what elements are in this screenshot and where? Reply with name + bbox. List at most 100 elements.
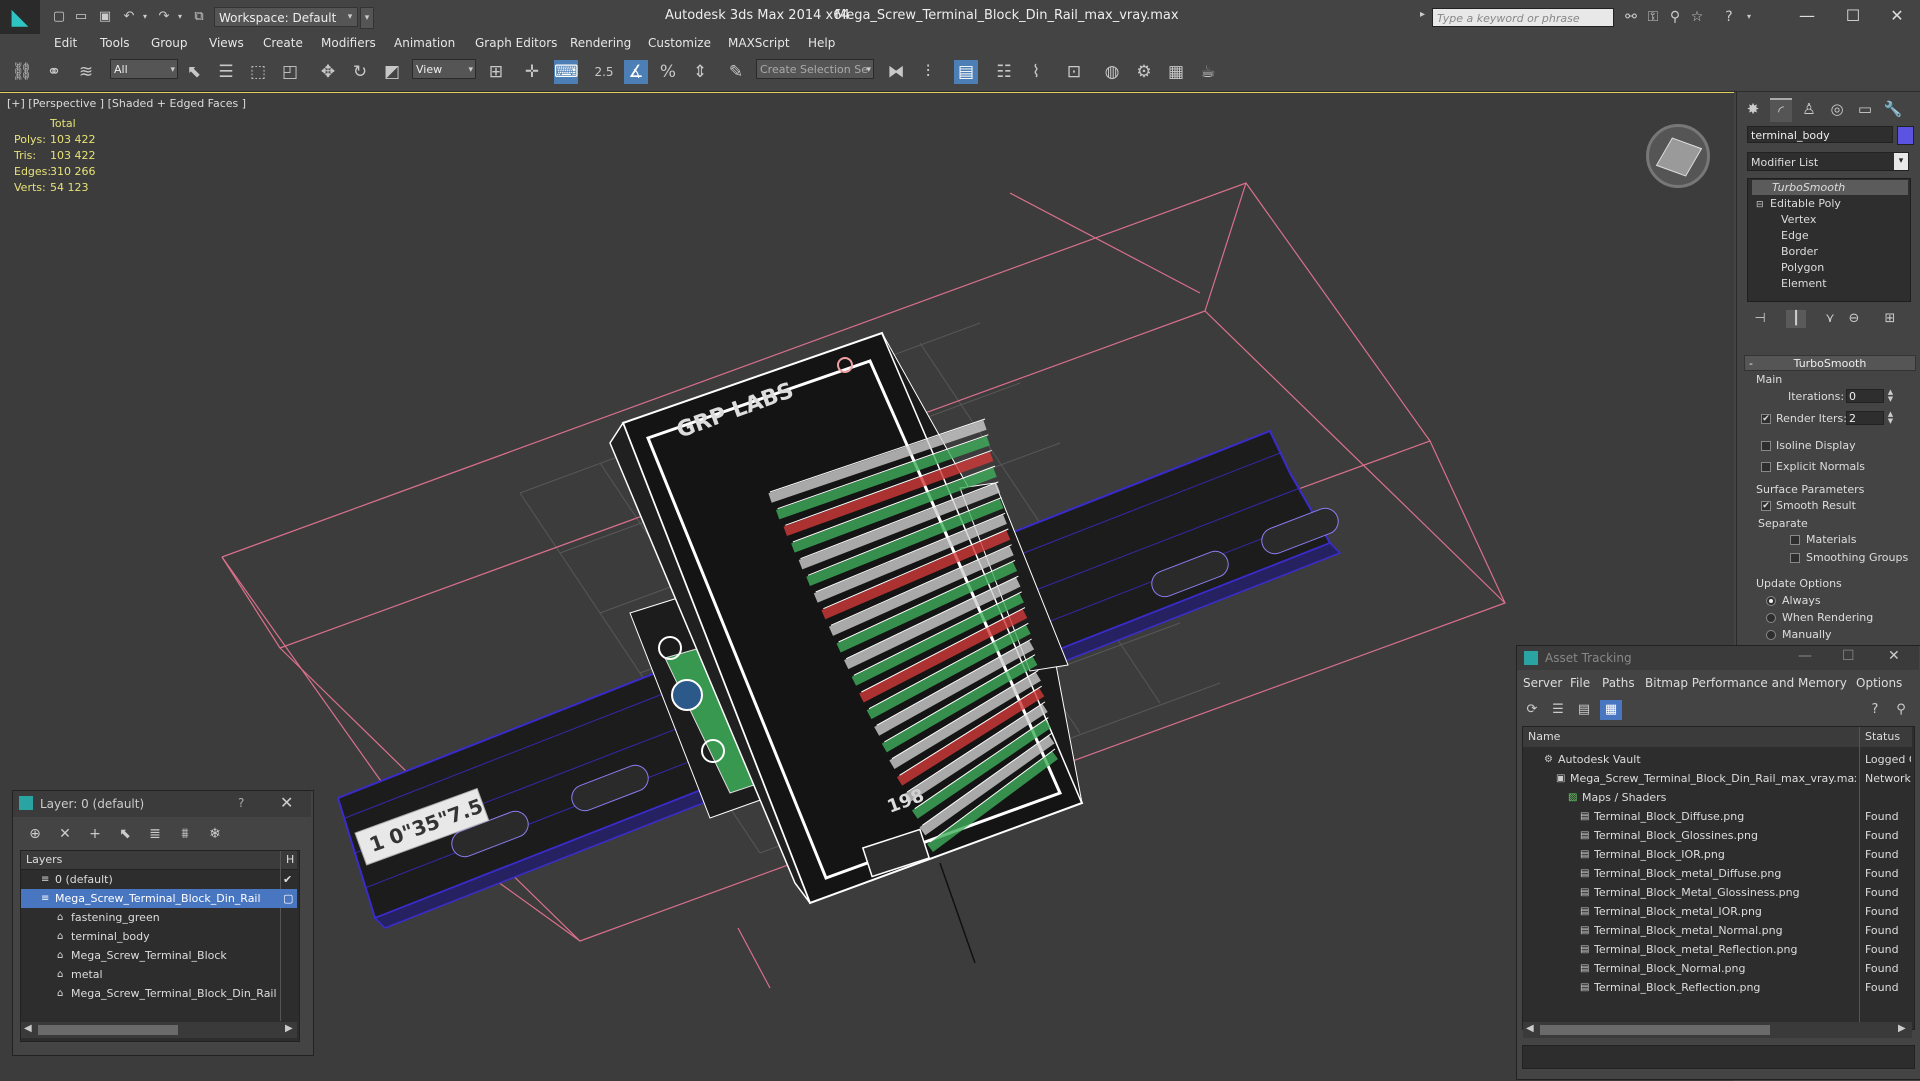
quick-access-dropdown-icon[interactable]: ▾ (360, 7, 374, 29)
asset-row-name[interactable]: Terminal_Block_Metal_Glossiness.png (1594, 883, 1856, 902)
search-expand-icon[interactable]: ▸ (1420, 9, 1425, 20)
table-view-icon[interactable]: ▦ (1600, 700, 1622, 720)
workspace-chevron-down-icon[interactable]: ▾ (343, 7, 357, 27)
status-column-header[interactable]: Status (1865, 730, 1900, 743)
maximize-icon[interactable]: ☐ (1830, 0, 1876, 32)
save-file-icon[interactable]: ▣ (96, 9, 114, 25)
scroll-right-icon[interactable]: ▶ (1898, 1023, 1906, 1034)
edit-named-selection-icon[interactable]: ✎ (724, 60, 748, 84)
stack-item-edge[interactable]: Edge (1781, 228, 1809, 243)
layer-row[interactable]: ⌂ Mega_Screw_Terminal_Block_Din_Rail (21, 984, 297, 1003)
undo-dropdown-icon[interactable]: ▾ (136, 9, 154, 25)
layer-close-icon[interactable]: ✕ (280, 793, 293, 812)
menu-maxscript[interactable]: MAXScript (728, 34, 790, 53)
asset-row-name[interactable]: Terminal_Block_Reflection.png (1594, 978, 1856, 997)
curve-editor-icon[interactable]: ⌇ (1024, 60, 1048, 84)
asset-menu-options[interactable]: Options (1856, 676, 1902, 690)
layers-column-header[interactable]: Layers (26, 853, 62, 866)
modifier-list-dropdown[interactable]: Modifier List (1747, 152, 1909, 171)
scroll-left-icon[interactable]: ◀ (1526, 1023, 1534, 1034)
asset-menu-file[interactable]: File (1570, 676, 1590, 690)
mirror-icon[interactable]: ⧓ (884, 60, 908, 84)
viewport-label[interactable]: [+] [Perspective ] [Shaded + Edged Faces… (7, 97, 246, 110)
asset-close-icon[interactable]: ✕ (1888, 648, 1900, 664)
named-selection-dropdown[interactable]: Create Selection Se ▾ (756, 59, 874, 79)
hold-icon[interactable]: ⧉ (190, 9, 208, 25)
menu-help[interactable]: Help (808, 34, 835, 53)
viewcube-face[interactable] (1655, 137, 1703, 177)
object-name-field[interactable]: terminal_body (1747, 126, 1893, 143)
percent-snap-icon[interactable]: % (656, 60, 680, 84)
asset-row-name[interactable]: Terminal_Block_metal_IOR.png (1594, 902, 1856, 921)
help-dropdown-icon[interactable]: ▾ (1740, 9, 1758, 25)
menu-edit[interactable]: Edit (54, 34, 77, 53)
new-file-icon[interactable]: ▢ (50, 9, 68, 25)
rectangular-selection-icon[interactable]: ⬚ (246, 60, 270, 84)
layer-create-icon[interactable]: ⊕ (24, 824, 46, 844)
when-rendering-radio[interactable] (1766, 613, 1776, 623)
layer-explorer-icon[interactable]: ☷ (992, 60, 1016, 84)
smooth-result-checkbox[interactable]: ✔ (1761, 501, 1771, 511)
redo-dropdown-icon[interactable]: ▾ (171, 9, 189, 25)
bind-to-space-warp-icon[interactable]: ≋ (74, 60, 98, 84)
menu-customize[interactable]: Customize (648, 34, 711, 53)
asset-row-name[interactable]: Autodesk Vault (1558, 750, 1856, 769)
remove-modifier-icon[interactable]: ⊖ (1844, 310, 1864, 328)
configure-modifier-sets-icon[interactable]: ⊞ (1880, 310, 1900, 328)
asset-row-name[interactable]: Terminal_Block_Glossines.png (1594, 826, 1856, 845)
window-crossing-icon[interactable]: ◰ (278, 60, 302, 84)
iterations-spinner[interactable]: 0 (1846, 389, 1884, 403)
pivot-center-icon[interactable]: ⊞ (484, 60, 508, 84)
select-and-manipulate-icon[interactable]: ✛ (520, 60, 544, 84)
material-editor-icon[interactable]: ◍ (1100, 60, 1124, 84)
spinner-snap-icon[interactable]: ⇕ (688, 60, 712, 84)
layer-row[interactable]: ⌂ metal (21, 965, 297, 984)
selection-filter-dropdown[interactable]: All ▾ (110, 59, 178, 79)
favorites-star-icon[interactable]: ☆ (1688, 9, 1706, 25)
select-and-rotate-icon[interactable]: ↻ (348, 60, 372, 84)
render-iters-checkbox[interactable]: ✔ (1761, 414, 1771, 424)
render-iters-spinner[interactable]: 2 (1846, 411, 1884, 425)
scroll-left-icon[interactable]: ◀ (24, 1023, 32, 1034)
motion-tab-icon[interactable]: ◎ (1826, 98, 1848, 120)
pin-stack-icon[interactable]: ⊣ (1750, 310, 1770, 328)
hide-column-header[interactable]: H (286, 853, 294, 866)
asset-row-name[interactable]: Terminal_Block_metal_Reflection.png (1594, 940, 1856, 959)
asset-menu-bitmap-performance[interactable]: Bitmap Performance and Memory (1645, 676, 1847, 690)
layer-help-icon[interactable]: ? (238, 796, 244, 810)
stack-item-editable-poly[interactable]: Editable Poly (1770, 196, 1841, 211)
display-tab-icon[interactable]: ▭ (1854, 98, 1876, 120)
layer-select-objects-icon[interactable]: ⬉ (114, 824, 136, 844)
layer-add-selected-icon[interactable]: + (84, 824, 106, 844)
asset-minimize-icon[interactable]: — (1798, 648, 1812, 664)
layer-freeze-all-icon[interactable]: ❄ (204, 824, 226, 844)
select-object-icon[interactable]: ⬉ (182, 60, 206, 84)
asset-row-name[interactable]: Terminal_Block_metal_Normal.png (1594, 921, 1856, 940)
render-production-icon[interactable]: ☕ (1196, 60, 1220, 84)
layer-row[interactable]: ⌂ fastening_green (21, 908, 297, 927)
object-color-swatch[interactable] (1897, 126, 1914, 145)
stack-item-polygon[interactable]: Polygon (1781, 260, 1824, 275)
menu-modifiers[interactable]: Modifiers (321, 34, 376, 53)
unlink-selection-icon[interactable]: ⚭ (42, 60, 66, 84)
menu-rendering[interactable]: Rendering (570, 34, 631, 53)
refresh-icon[interactable]: ⟳ (1521, 700, 1543, 720)
asset-maximize-icon[interactable]: ☐ (1842, 648, 1855, 664)
asset-row-name[interactable]: Terminal_Block_metal_Diffuse.png (1594, 864, 1856, 883)
menu-create[interactable]: Create (263, 34, 303, 53)
asset-scrollbar-thumb[interactable] (1540, 1025, 1770, 1035)
asset-pin-icon[interactable]: ⚲ (1890, 700, 1912, 720)
isoline-display-checkbox[interactable] (1761, 441, 1771, 451)
snaps-toggle-icon[interactable]: 2.5 (592, 60, 616, 84)
stack-item-vertex[interactable]: Vertex (1781, 212, 1816, 227)
align-icon[interactable]: ⫶ (916, 60, 940, 84)
asset-row-name[interactable]: Maps / Shaders (1582, 788, 1856, 807)
select-and-link-icon[interactable]: ⛓ (10, 60, 34, 84)
modify-tab-icon[interactable]: ◜ (1770, 98, 1792, 122)
schematic-view-icon[interactable]: ⊡ (1062, 60, 1086, 84)
select-by-name-icon[interactable]: ☰ (214, 60, 238, 84)
show-end-result-icon[interactable]: ┃ (1786, 310, 1806, 328)
minimize-icon[interactable]: — (1784, 0, 1830, 32)
reference-coordinate-dropdown[interactable]: View ▾ (412, 59, 476, 79)
communication-center-icon[interactable]: ⚲ (1666, 9, 1684, 25)
